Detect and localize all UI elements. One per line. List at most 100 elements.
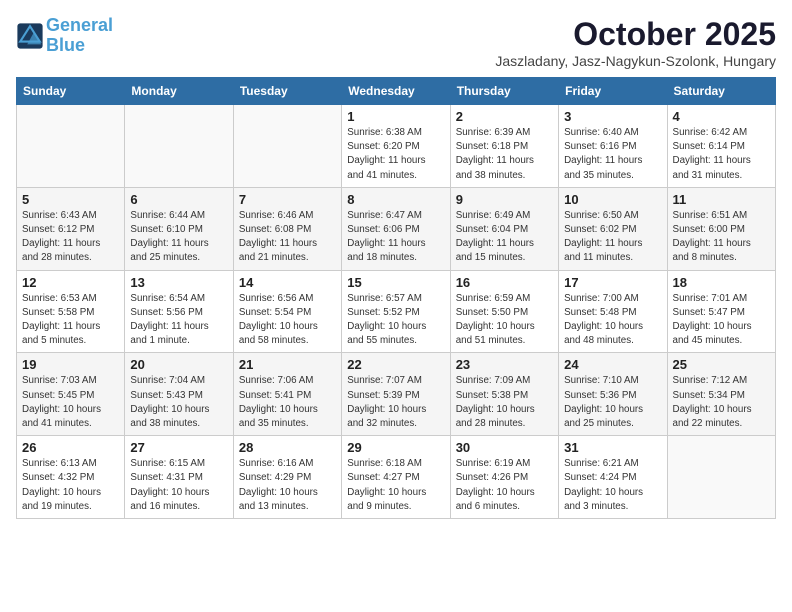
day-number: 18 bbox=[673, 275, 770, 290]
day-number: 20 bbox=[130, 357, 227, 372]
day-info: Sunrise: 6:15 AMSunset: 4:31 PMDaylight:… bbox=[130, 457, 227, 514]
day-info: Sunrise: 6:51 AMSunset: 6:00 PMDaylight:… bbox=[673, 209, 770, 266]
day-number: 30 bbox=[456, 440, 553, 455]
day-number: 21 bbox=[239, 357, 336, 372]
weekday-header-row: SundayMondayTuesdayWednesdayThursdayFrid… bbox=[17, 78, 776, 105]
day-info: Sunrise: 6:42 AMSunset: 6:14 PMDaylight:… bbox=[673, 126, 770, 183]
day-info: Sunrise: 6:47 AMSunset: 6:06 PMDaylight:… bbox=[347, 209, 444, 266]
day-number: 22 bbox=[347, 357, 444, 372]
day-info: Sunrise: 7:12 AMSunset: 5:34 PMDaylight:… bbox=[673, 374, 770, 431]
day-cell: 8 Sunrise: 6:47 AMSunset: 6:06 PMDaylight… bbox=[342, 187, 450, 270]
day-number: 13 bbox=[130, 275, 227, 290]
day-cell bbox=[233, 105, 341, 188]
day-cell: 28 Sunrise: 6:16 AMSunset: 4:29 PMDayligh… bbox=[233, 436, 341, 519]
day-info: Sunrise: 6:53 AMSunset: 5:58 PMDaylight:… bbox=[22, 292, 119, 349]
weekday-header-thursday: Thursday bbox=[450, 78, 558, 105]
day-cell: 19Sunrise: 7:03 AMSunset: 5:45 PMDayligh… bbox=[17, 353, 125, 436]
day-number: 27 bbox=[130, 440, 227, 455]
day-number: 6 bbox=[130, 192, 227, 207]
weekday-header-saturday: Saturday bbox=[667, 78, 775, 105]
day-cell: 3 Sunrise: 6:40 AMSunset: 6:16 PMDaylight… bbox=[559, 105, 667, 188]
day-cell: 24Sunrise: 7:10 AMSunset: 5:36 PMDayligh… bbox=[559, 353, 667, 436]
day-number: 12 bbox=[22, 275, 119, 290]
week-row-1: 1 Sunrise: 6:38 AMSunset: 6:20 PMDaylight… bbox=[17, 105, 776, 188]
day-number: 9 bbox=[456, 192, 553, 207]
day-cell: 17Sunrise: 7:00 AMSunset: 5:48 PMDayligh… bbox=[559, 270, 667, 353]
week-row-3: 12 Sunrise: 6:53 AMSunset: 5:58 PMDayligh… bbox=[17, 270, 776, 353]
day-info: Sunrise: 7:00 AMSunset: 5:48 PMDaylight:… bbox=[564, 292, 661, 349]
day-cell: 11Sunrise: 6:51 AMSunset: 6:00 PMDayligh… bbox=[667, 187, 775, 270]
day-number: 31 bbox=[564, 440, 661, 455]
weekday-header-tuesday: Tuesday bbox=[233, 78, 341, 105]
day-cell: 29Sunrise: 6:18 AMSunset: 4:27 PMDayligh… bbox=[342, 436, 450, 519]
day-info: Sunrise: 6:19 AMSunset: 4:26 PMDaylight:… bbox=[456, 457, 553, 514]
day-number: 5 bbox=[22, 192, 119, 207]
day-info: Sunrise: 6:16 AMSunset: 4:29 PMDaylight:… bbox=[239, 457, 336, 514]
day-number: 8 bbox=[347, 192, 444, 207]
day-cell: 12 Sunrise: 6:53 AMSunset: 5:58 PMDayligh… bbox=[17, 270, 125, 353]
day-cell: 26 Sunrise: 6:13 AMSunset: 4:32 PMDayligh… bbox=[17, 436, 125, 519]
day-info: Sunrise: 6:44 AMSunset: 6:10 PMDaylight:… bbox=[130, 209, 227, 266]
day-number: 14 bbox=[239, 275, 336, 290]
logo: General Blue bbox=[16, 16, 113, 56]
day-info: Sunrise: 6:43 AMSunset: 6:12 PMDaylight:… bbox=[22, 209, 119, 266]
day-info: Sunrise: 7:06 AMSunset: 5:41 PMDaylight:… bbox=[239, 374, 336, 431]
title-block: October 2025 Jaszladany, Jasz-Nagykun-Sz… bbox=[495, 16, 776, 69]
day-cell: 15Sunrise: 6:57 AMSunset: 5:52 PMDayligh… bbox=[342, 270, 450, 353]
day-info: Sunrise: 6:13 AMSunset: 4:32 PMDaylight:… bbox=[22, 457, 119, 514]
day-number: 16 bbox=[456, 275, 553, 290]
day-number: 7 bbox=[239, 192, 336, 207]
day-number: 23 bbox=[456, 357, 553, 372]
day-info: Sunrise: 6:38 AMSunset: 6:20 PMDaylight:… bbox=[347, 126, 444, 183]
day-cell: 16 Sunrise: 6:59 AMSunset: 5:50 PMDayligh… bbox=[450, 270, 558, 353]
day-number: 26 bbox=[22, 440, 119, 455]
day-cell: 25 Sunrise: 7:12 AMSunset: 5:34 PMDayligh… bbox=[667, 353, 775, 436]
day-cell bbox=[667, 436, 775, 519]
day-info: Sunrise: 7:10 AMSunset: 5:36 PMDaylight:… bbox=[564, 374, 661, 431]
day-number: 25 bbox=[673, 357, 770, 372]
day-info: Sunrise: 6:40 AMSunset: 6:16 PMDaylight:… bbox=[564, 126, 661, 183]
day-number: 19 bbox=[22, 357, 119, 372]
day-cell: 6 Sunrise: 6:44 AMSunset: 6:10 PMDaylight… bbox=[125, 187, 233, 270]
day-info: Sunrise: 7:07 AMSunset: 5:39 PMDaylight:… bbox=[347, 374, 444, 431]
calendar-table: SundayMondayTuesdayWednesdayThursdayFrid… bbox=[16, 77, 776, 519]
day-cell: 20 Sunrise: 7:04 AMSunset: 5:43 PMDayligh… bbox=[125, 353, 233, 436]
day-info: Sunrise: 6:57 AMSunset: 5:52 PMDaylight:… bbox=[347, 292, 444, 349]
day-number: 1 bbox=[347, 109, 444, 124]
day-info: Sunrise: 7:09 AMSunset: 5:38 PMDaylight:… bbox=[456, 374, 553, 431]
day-info: Sunrise: 6:59 AMSunset: 5:50 PMDaylight:… bbox=[456, 292, 553, 349]
day-number: 10 bbox=[564, 192, 661, 207]
day-info: Sunrise: 6:50 AMSunset: 6:02 PMDaylight:… bbox=[564, 209, 661, 266]
day-cell: 13Sunrise: 6:54 AMSunset: 5:56 PMDayligh… bbox=[125, 270, 233, 353]
day-number: 2 bbox=[456, 109, 553, 124]
logo-icon bbox=[16, 22, 44, 50]
day-cell: 14Sunrise: 6:56 AMSunset: 5:54 PMDayligh… bbox=[233, 270, 341, 353]
weekday-header-friday: Friday bbox=[559, 78, 667, 105]
day-cell: 2 Sunrise: 6:39 AMSunset: 6:18 PMDaylight… bbox=[450, 105, 558, 188]
day-cell: 23 Sunrise: 7:09 AMSunset: 5:38 PMDayligh… bbox=[450, 353, 558, 436]
day-number: 3 bbox=[564, 109, 661, 124]
day-cell: 21 Sunrise: 7:06 AMSunset: 5:41 PMDayligh… bbox=[233, 353, 341, 436]
day-number: 4 bbox=[673, 109, 770, 124]
day-cell bbox=[125, 105, 233, 188]
weekday-header-wednesday: Wednesday bbox=[342, 78, 450, 105]
day-info: Sunrise: 6:46 AMSunset: 6:08 PMDaylight:… bbox=[239, 209, 336, 266]
day-info: Sunrise: 6:39 AMSunset: 6:18 PMDaylight:… bbox=[456, 126, 553, 183]
day-info: Sunrise: 6:49 AMSunset: 6:04 PMDaylight:… bbox=[456, 209, 553, 266]
day-cell: 31Sunrise: 6:21 AMSunset: 4:24 PMDayligh… bbox=[559, 436, 667, 519]
day-cell: 22 Sunrise: 7:07 AMSunset: 5:39 PMDayligh… bbox=[342, 353, 450, 436]
day-info: Sunrise: 7:01 AMSunset: 5:47 PMDaylight:… bbox=[673, 292, 770, 349]
day-cell: 10 Sunrise: 6:50 AMSunset: 6:02 PMDayligh… bbox=[559, 187, 667, 270]
week-row-2: 5 Sunrise: 6:43 AMSunset: 6:12 PMDaylight… bbox=[17, 187, 776, 270]
day-cell: 1 Sunrise: 6:38 AMSunset: 6:20 PMDaylight… bbox=[342, 105, 450, 188]
day-cell bbox=[17, 105, 125, 188]
page-header: General Blue October 2025 Jaszladany, Ja… bbox=[16, 16, 776, 69]
day-number: 28 bbox=[239, 440, 336, 455]
logo-text: General Blue bbox=[46, 16, 113, 56]
day-cell: 7 Sunrise: 6:46 AMSunset: 6:08 PMDaylight… bbox=[233, 187, 341, 270]
day-info: Sunrise: 6:18 AMSunset: 4:27 PMDaylight:… bbox=[347, 457, 444, 514]
month-title: October 2025 bbox=[495, 16, 776, 53]
weekday-header-monday: Monday bbox=[125, 78, 233, 105]
day-info: Sunrise: 7:04 AMSunset: 5:43 PMDaylight:… bbox=[130, 374, 227, 431]
week-row-4: 19Sunrise: 7:03 AMSunset: 5:45 PMDayligh… bbox=[17, 353, 776, 436]
